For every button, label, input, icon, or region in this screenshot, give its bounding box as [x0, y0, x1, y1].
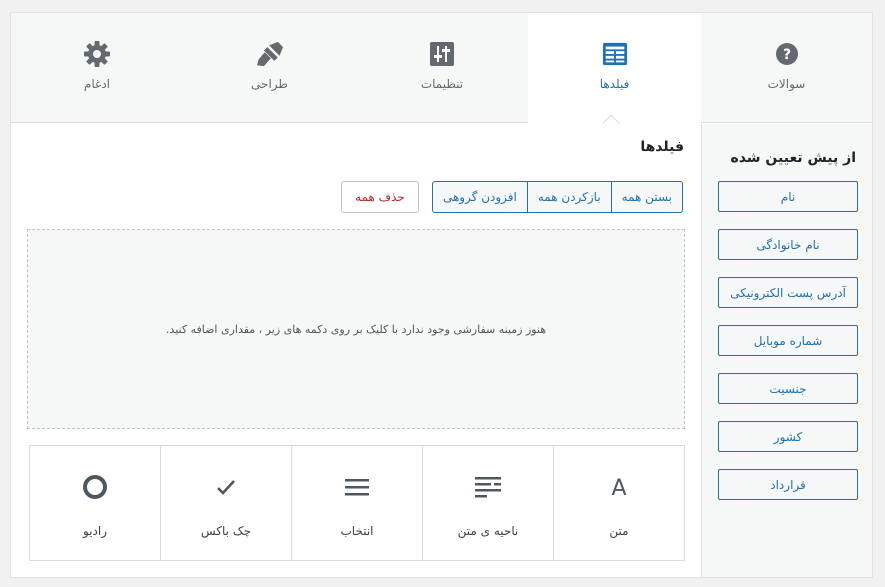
tab-design-label: طراحی — [251, 77, 288, 91]
preset-agreement-button[interactable]: قرارداد — [718, 469, 858, 500]
question-icon: ? — [774, 41, 800, 67]
tab-settings-label: تنظیمات — [420, 77, 464, 91]
text-a-icon: A — [608, 474, 630, 500]
textarea-icon — [475, 474, 501, 500]
empty-fields-message: هنوز زمینه سفارشی وجود ندارد با کلیک بر … — [165, 322, 547, 336]
tab-integration-label: ادغام — [83, 77, 111, 91]
preset-last-name-button[interactable]: نام خانوادگی — [718, 229, 858, 260]
svg-text:A: A — [611, 476, 626, 498]
preset-email-button[interactable]: آدرس پست الکترونیکی — [718, 277, 858, 308]
custom-fields-dropzone: هنوز زمینه سفارشی وجود ندارد با کلیک بر … — [27, 229, 685, 429]
tab-design[interactable]: طراحی — [183, 13, 356, 123]
preset-first-name-button[interactable]: نام — [718, 181, 858, 212]
preset-gender-button[interactable]: جنسیت — [718, 373, 858, 404]
radio-icon — [82, 474, 108, 500]
field-type-select[interactable]: انتخاب — [291, 445, 423, 561]
collapse-all-button[interactable]: بستن همه — [610, 181, 683, 213]
field-type-textarea[interactable]: ناحیه ی متن — [422, 445, 554, 561]
preset-mobile-button[interactable]: شماره موبایل — [718, 325, 858, 356]
fields-title: فیلدها — [640, 139, 684, 155]
tab-fields[interactable]: فیلدها — [528, 13, 701, 124]
field-type-label: ناحیه ی متن — [457, 524, 519, 538]
field-type-radio[interactable]: رادیو — [29, 445, 161, 561]
preset-fields-sidebar: از پیش تعیین شده نام نام خانوادگی آدرس پ… — [701, 124, 872, 577]
tab-bar: ? سوالات فیلدها تنظیمات طراحی ادغام — [11, 13, 872, 124]
delete-all-button[interactable]: حذف همه — [341, 181, 419, 213]
field-type-label: انتخاب — [340, 524, 374, 538]
expand-all-button[interactable]: بازکردن همه — [526, 181, 612, 213]
tab-questions-label: سوالات — [767, 77, 806, 91]
paintbrush-icon — [256, 41, 283, 67]
field-type-label: چک باکس — [201, 524, 251, 538]
form-builder-panel: ? سوالات فیلدها تنظیمات طراحی ادغام از پ… — [10, 12, 873, 578]
table-fields-icon — [602, 41, 628, 67]
tab-questions[interactable]: ? سوالات — [701, 13, 872, 123]
select-list-icon — [345, 474, 369, 500]
field-types-row: A متن ناحیه ی متن انتخاب چک باکس رادیو — [27, 445, 685, 561]
fields-action-group: بستن همه بازکردن همه افزودن گروهی — [431, 181, 683, 213]
tab-settings[interactable]: تنظیمات — [356, 13, 528, 123]
checkmark-icon — [216, 474, 236, 500]
gear-icon — [84, 41, 110, 67]
field-type-checkbox[interactable]: چک باکس — [160, 445, 292, 561]
sliders-icon — [429, 41, 455, 67]
field-type-label: رادیو — [82, 524, 107, 538]
tab-fields-label: فیلدها — [599, 77, 630, 91]
tab-integration[interactable]: ادغام — [11, 13, 183, 123]
svg-text:?: ? — [782, 47, 790, 63]
field-type-text[interactable]: A متن — [553, 445, 685, 561]
preset-country-button[interactable]: کشور — [718, 421, 858, 452]
bulk-add-button[interactable]: افزودن گروهی — [431, 181, 528, 213]
field-type-label: متن — [609, 524, 629, 538]
sidebar-title: از پیش تعیین شده — [730, 150, 856, 166]
